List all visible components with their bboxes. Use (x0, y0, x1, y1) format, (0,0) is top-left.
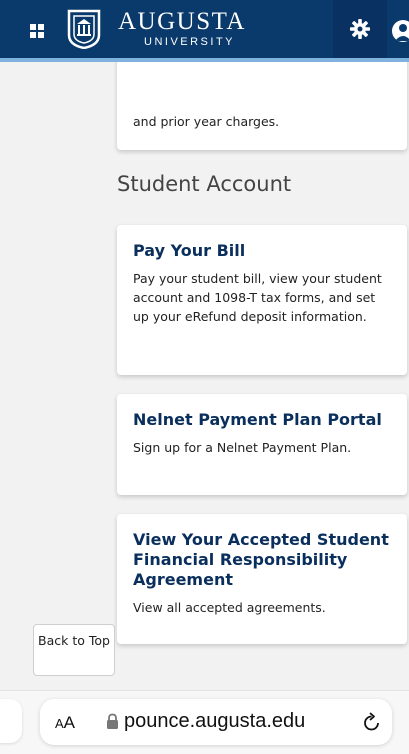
brand-logo[interactable]: AUGUSTA UNIVERSITY (118, 8, 246, 48)
brand-subtitle: UNIVERSITY (144, 36, 236, 48)
gear-icon (350, 19, 370, 39)
top-header: AUGUSTA UNIVERSITY (0, 0, 409, 62)
card-description: Pay your student bill, view your student… (133, 271, 382, 324)
lock-icon (107, 713, 118, 729)
back-to-top-button[interactable]: Back to Top (33, 624, 115, 676)
grid-menu-icon[interactable] (30, 24, 44, 38)
card-title: Nelnet Payment Plan Portal (133, 410, 382, 429)
reload-icon[interactable] (362, 711, 382, 733)
card-description: Sign up for a Nelnet Payment Plan. (133, 440, 352, 455)
page: AUGUSTA UNIVERSITY and prior year charge… (0, 0, 409, 754)
partial-card-text: and prior year charges. (133, 114, 280, 129)
main-content: and prior year charges. Student Account … (0, 62, 409, 690)
card-description: View all accepted agreements. (133, 600, 326, 615)
previous-tab-stub[interactable] (0, 699, 22, 743)
text-size-button[interactable]: AA (55, 713, 75, 733)
card-title: Pay Your Bill (133, 241, 246, 260)
card-pay-your-bill[interactable]: Pay Your Bill Pay your student bill, vie… (117, 225, 407, 375)
partial-card[interactable]: and prior year charges. (117, 62, 407, 150)
url-text: pounce.augusta.edu (124, 710, 306, 732)
section-title: Student Account (117, 172, 292, 196)
card-title: View Your Accepted Student Financial Res… (133, 530, 389, 589)
university-seal-icon[interactable] (66, 9, 102, 49)
card-nelnet-payment-plan[interactable]: Nelnet Payment Plan Portal Sign up for a… (117, 394, 407, 495)
browser-address-bar: AA pounce.augusta.edu (0, 690, 409, 754)
settings-button[interactable] (333, 0, 387, 58)
card-accepted-agreement[interactable]: View Your Accepted Student Financial Res… (117, 514, 407, 644)
brand-name: AUGUSTA (118, 8, 246, 35)
user-icon[interactable] (392, 20, 409, 42)
url-field[interactable]: AA pounce.augusta.edu (40, 699, 392, 745)
